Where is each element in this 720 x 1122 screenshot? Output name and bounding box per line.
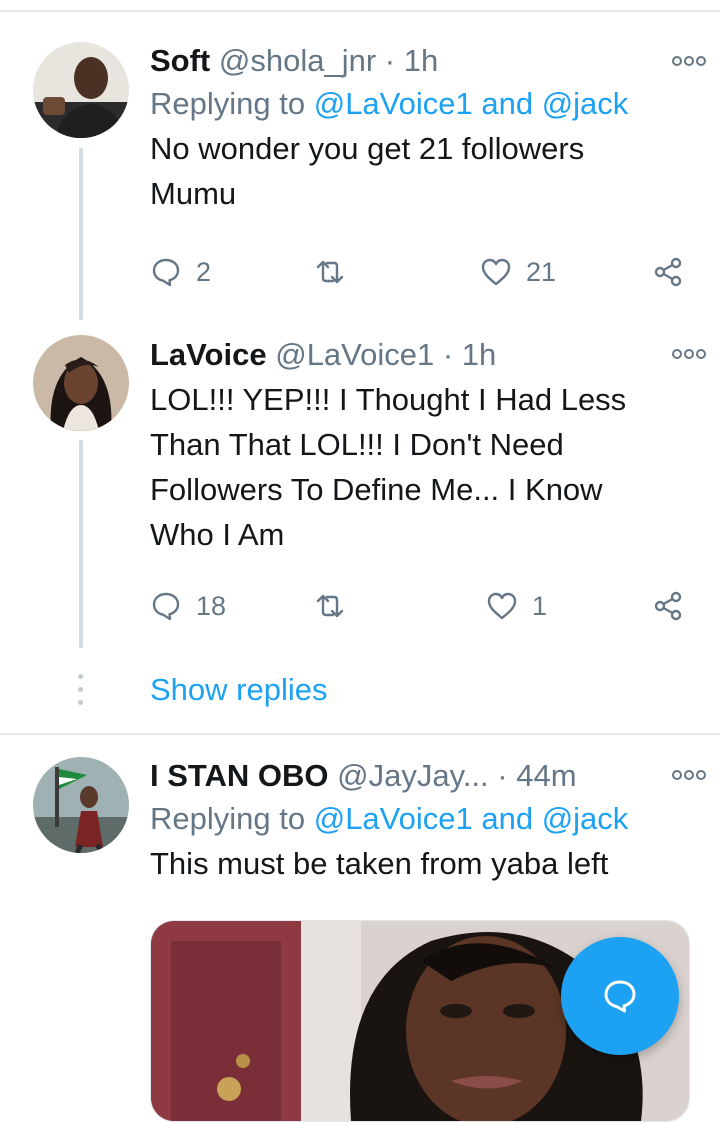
more-icon[interactable] <box>672 54 706 68</box>
more-icon[interactable] <box>672 768 706 782</box>
display-name[interactable]: Soft <box>150 43 210 78</box>
thread-line <box>79 148 83 320</box>
user-handle[interactable]: @JayJay... <box>337 758 489 793</box>
tweet-divider <box>0 733 720 735</box>
like-button[interactable]: 21 <box>480 252 556 292</box>
display-name[interactable]: I STAN OBO <box>150 758 329 793</box>
tweet-header: Soft @shola_jnr · 1h <box>150 42 690 80</box>
like-button[interactable]: 1 <box>486 586 547 626</box>
action-bar: 2 21 <box>150 252 690 292</box>
replying-users-link[interactable]: @LaVoice1 and @jack <box>314 801 629 836</box>
share-button[interactable] <box>652 586 684 626</box>
tweet-text: This must be taken from yaba left <box>150 841 690 886</box>
share-icon <box>654 257 682 287</box>
timestamp[interactable]: · 44m <box>497 758 576 793</box>
reply-button[interactable]: 2 <box>150 252 211 292</box>
text-line: Than That LOL!!! I Don't Need <box>150 427 564 462</box>
like-count: 1 <box>532 590 548 621</box>
avatar-istanobo[interactable] <box>33 757 129 853</box>
tweet-text: LOL!!! YEP!!! I Thought I Had Less Than … <box>150 377 690 557</box>
reply-count: 2 <box>196 256 212 287</box>
avatar-lavoice[interactable] <box>33 335 129 431</box>
heart-icon <box>487 592 517 620</box>
reply-icon <box>152 258 180 287</box>
text-line: Mumu <box>150 176 237 211</box>
text-line: Who I Am <box>150 517 285 552</box>
more-icon[interactable] <box>672 347 706 361</box>
replying-to: Replying to @LaVoice1 and @jack <box>150 84 690 124</box>
thread-dots <box>78 674 84 713</box>
reply-icon <box>152 592 180 621</box>
reply-button[interactable]: 18 <box>150 586 226 626</box>
timestamp[interactable]: · 1h <box>385 43 438 78</box>
action-bar: 18 1 <box>150 586 690 626</box>
text-line: No wonder you get 21 followers <box>150 131 585 166</box>
thread-line <box>79 440 83 648</box>
text-line: Followers To Define Me... I Know <box>150 472 603 507</box>
heart-icon <box>481 258 511 286</box>
share-button[interactable] <box>652 252 684 292</box>
text-line: This must be taken from yaba left <box>150 846 609 881</box>
retweet-icon <box>316 260 344 284</box>
replying-prefix: Replying to <box>150 86 306 121</box>
top-divider <box>0 10 720 12</box>
show-replies-link[interactable]: Show replies <box>150 672 327 708</box>
replying-to: Replying to @LaVoice1 and @jack <box>150 799 690 839</box>
text-line: LOL!!! YEP!!! I Thought I Had Less <box>150 382 627 417</box>
reply-count: 18 <box>196 590 227 621</box>
avatar-soft[interactable] <box>33 42 129 138</box>
user-handle[interactable]: @LaVoice1 <box>275 337 434 372</box>
display-name[interactable]: LaVoice <box>150 337 267 372</box>
tweet-text: No wonder you get 21 followers Mumu <box>150 126 690 216</box>
like-count: 21 <box>526 256 557 287</box>
tweet-header: LaVoice @LaVoice1 · 1h <box>150 336 690 374</box>
retweet-icon <box>316 594 344 618</box>
timestamp[interactable]: · 1h <box>443 337 496 372</box>
retweet-button[interactable] <box>314 252 360 292</box>
replying-prefix: Replying to <box>150 801 306 836</box>
compose-reply-button[interactable] <box>561 937 679 1055</box>
replying-users-link[interactable]: @LaVoice1 and @jack <box>314 86 629 121</box>
tweet-header: I STAN OBO @JayJay... · 44m <box>150 757 690 795</box>
share-icon <box>654 591 682 621</box>
user-handle[interactable]: @shola_jnr <box>219 43 376 78</box>
retweet-button[interactable] <box>314 586 360 626</box>
compose-reply-icon <box>604 980 636 1013</box>
